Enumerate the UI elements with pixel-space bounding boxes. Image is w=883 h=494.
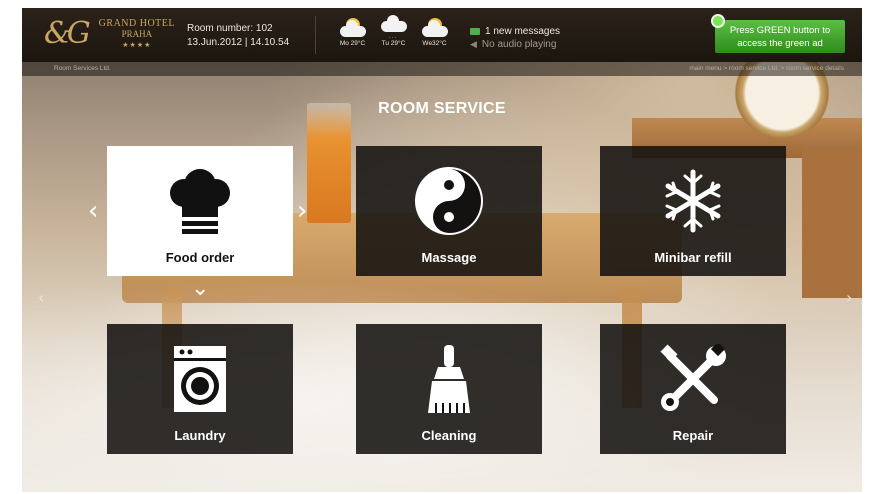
room-info: Room number: 102 13.Jun.2012 | 14.10.54 [187, 22, 289, 50]
top-bar-divider [315, 16, 316, 54]
partly-cloudy-icon [420, 16, 450, 38]
green-ad-button[interactable]: Press GREEN button to access the green a… [711, 14, 845, 53]
tile-massage[interactable]: Massage [356, 146, 542, 276]
snowflake-icon [600, 162, 786, 240]
company-name: Room Services Ltd. [54, 65, 111, 72]
green-ad-line2: access the green ad [737, 38, 823, 49]
washing-machine-icon [107, 340, 293, 418]
messages-status[interactable]: 1 new messages [470, 25, 560, 38]
hotel-name: GRAND HOTEL [98, 17, 175, 29]
tile-minibar-refill[interactable]: Minibar refill [600, 146, 786, 276]
room-number: Room number: 102 [187, 23, 273, 34]
tile-repair[interactable]: Repair [600, 324, 786, 454]
date-time: 13.Jun.2012 | 14.10.54 [187, 37, 290, 48]
top-bar: &G GRAND HOTEL PRAHA ★★★★ Room number: 1… [22, 8, 862, 62]
tile-label: Laundry [174, 428, 226, 443]
envelope-icon [470, 28, 480, 35]
tile-label: Massage [421, 250, 477, 265]
brush-icon [356, 340, 542, 418]
weather-day-label: Mo 29°C [339, 40, 366, 47]
tile-cleaning[interactable]: Cleaning [356, 324, 542, 454]
weather-day: Mo 29°C [335, 16, 370, 47]
hotel-city: PRAHA [121, 28, 153, 39]
partly-cloudy-icon [338, 16, 368, 38]
tools-icon [600, 340, 786, 418]
tile-right-arrow[interactable]: › [297, 196, 307, 226]
weather-day: ··· Tu 29°C [376, 15, 411, 47]
logo-monogram: &G [44, 16, 91, 51]
tile-food-order[interactable]: Food order [107, 146, 293, 276]
yin-yang-icon [356, 162, 542, 240]
sub-bar: Room Services Ltd. main menu > room serv… [22, 62, 862, 76]
weather-forecast: Mo 29°C ··· Tu 29°C We32°C [335, 15, 452, 47]
speaker-icon: ◀ [470, 39, 477, 49]
green-ad-line1: Press GREEN button to [729, 25, 831, 36]
background-juice-glass [307, 103, 351, 223]
tile-laundry[interactable]: Laundry [107, 324, 293, 454]
room-service-screen: &G GRAND HOTEL PRAHA ★★★★ Room number: 1… [22, 8, 862, 492]
page-title: ROOM SERVICE [378, 100, 506, 117]
chef-hat-icon [107, 162, 293, 240]
hotel-logo: &G GRAND HOTEL PRAHA ★★★★ [44, 16, 175, 52]
weather-day-label: We32°C [422, 40, 447, 47]
cloud-rain-icon: ··· [379, 15, 409, 41]
audio-status: ◀ No audio playing [470, 38, 560, 51]
tile-label: Cleaning [421, 428, 477, 443]
status-area: 1 new messages ◀ No audio playing [470, 25, 560, 51]
tile-label: Minibar refill [654, 250, 732, 265]
tile-label: Food order [165, 250, 235, 265]
tile-down-arrow[interactable]: ⌄ [191, 276, 209, 301]
page-left-arrow[interactable]: ‹ [38, 288, 44, 307]
tile-left-arrow[interactable]: ‹ [88, 196, 98, 226]
messages-text: 1 new messages [485, 26, 561, 37]
green-button-icon [711, 14, 725, 28]
audio-text: No audio playing [481, 39, 557, 50]
tile-label: Repair [672, 428, 714, 443]
logo-text: GRAND HOTEL PRAHA ★★★★ [99, 18, 175, 51]
page-right-arrow[interactable]: › [846, 288, 852, 307]
breadcrumb: main menu > room service Ltd. > room ser… [689, 65, 844, 72]
weather-day-label: Tu 29°C [381, 40, 406, 47]
weather-day: We32°C [417, 16, 452, 47]
hotel-stars: ★★★★ [122, 40, 152, 49]
